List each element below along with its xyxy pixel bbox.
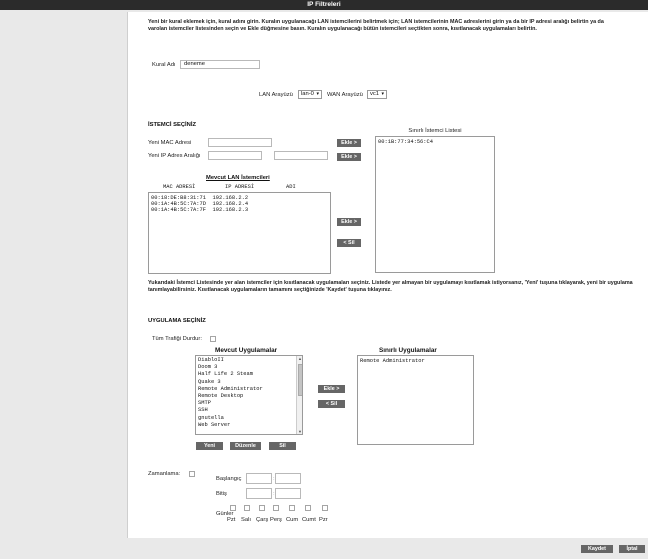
- col-name-header: ADI: [286, 184, 296, 190]
- remove-app-button[interactable]: < Sil: [318, 400, 345, 408]
- lan-interface-label: LAN Arayüzü: [259, 92, 293, 98]
- rule-name-label: Kural Adı: [152, 62, 176, 68]
- current-lan-title: Mevcut LAN İstemcileri: [206, 175, 270, 181]
- day-checkbox-4[interactable]: [289, 505, 295, 511]
- cancel-button[interactable]: İptal: [619, 545, 645, 553]
- day-label: Salı: [241, 517, 251, 523]
- day-checkbox-2[interactable]: [259, 505, 265, 511]
- list-item[interactable]: Doom 3: [198, 364, 263, 371]
- day-label: Cum: [286, 517, 299, 523]
- intro-text: Yeni bir kural eklemek için, kural adını…: [148, 19, 604, 32]
- wan-interface-label: WAN Arayüzü: [327, 92, 363, 98]
- scroll-up-icon[interactable]: ▲: [298, 356, 302, 361]
- day-checkbox-0[interactable]: [230, 505, 236, 511]
- day-checkbox-6[interactable]: [322, 505, 328, 511]
- add-lan-client-button[interactable]: Ekle >: [337, 218, 361, 226]
- list-item[interactable]: gnutella: [198, 415, 263, 422]
- apps-scrollbar[interactable]: ▲ ▼: [296, 356, 302, 434]
- list-item[interactable]: Remote Administrator: [360, 358, 425, 364]
- current-apps-list[interactable]: DiabloII Doom 3 Half Life 2 Steam Quake 3 Re…: [195, 355, 303, 435]
- day-label: Cumt: [302, 517, 316, 523]
- list-item[interactable]: DiabloII: [198, 357, 263, 364]
- day-label: Perş: [270, 517, 282, 523]
- stop-all-traffic-label: Tüm Trafiği Durdur:: [152, 336, 202, 342]
- remove-client-button[interactable]: < Sil: [337, 239, 361, 247]
- delete-app-button[interactable]: Sil: [269, 442, 296, 450]
- col-mac-header: MAC ADRESİ: [163, 184, 196, 190]
- list-item[interactable]: Web Server: [198, 422, 263, 429]
- list-item[interactable]: SMTP: [198, 400, 263, 407]
- restricted-clients-list[interactable]: 00:1B:77:34:56:C4: [375, 136, 495, 273]
- end-hour-input[interactable]: [246, 488, 272, 499]
- chevron-down-icon: ▾: [316, 91, 319, 97]
- client-section-title: İSTEMCİ SEÇİNİZ: [148, 122, 196, 128]
- app-section-title: UYGULAMA SEÇİNİZ: [148, 318, 206, 324]
- day-checkbox-5[interactable]: [305, 505, 311, 511]
- row-ip: 192.168.2.3: [212, 207, 249, 213]
- new-app-button[interactable]: Yeni: [196, 442, 223, 450]
- lan-interface-select[interactable]: lan-0 ▾: [298, 90, 322, 99]
- list-item[interactable]: Quake 3: [198, 379, 263, 386]
- day-checkbox-3[interactable]: [273, 505, 279, 511]
- stop-all-traffic-checkbox[interactable]: [210, 336, 216, 342]
- restricted-clients-title: Sınırlı İstemci Listesi: [408, 128, 462, 134]
- add-mac-button[interactable]: Ekle >: [337, 139, 361, 147]
- list-item[interactable]: Half Life 2 Steam: [198, 371, 263, 378]
- row-mac: 00:1A:4B:5C:7A:7F: [151, 207, 206, 213]
- wan-interface-select[interactable]: vc1 ▾: [367, 90, 387, 99]
- current-apps-title: Mevcut Uygulamalar: [215, 347, 278, 354]
- list-item[interactable]: Remote Administrator: [198, 386, 263, 393]
- end-time-label: Bitiş: [216, 491, 227, 497]
- mac-address-label: Yeni MAC Adresi: [148, 140, 192, 146]
- edit-app-button[interactable]: Düzenle: [230, 442, 261, 450]
- list-item[interactable]: 00:1B:77:34:56:C4: [378, 139, 433, 145]
- mac-address-input[interactable]: [208, 138, 272, 147]
- schedule-label: Zamanlama:: [148, 471, 181, 477]
- chevron-down-icon: ▾: [381, 91, 384, 97]
- window-title: IP Filtreleri: [0, 0, 648, 10]
- start-hour-input[interactable]: [246, 473, 272, 484]
- list-item[interactable]: SSH: [198, 407, 263, 414]
- rule-name-input[interactable]: deneme: [180, 60, 260, 69]
- ip-range-start-input[interactable]: [208, 151, 262, 160]
- col-ip-header: IP ADRESİ: [225, 184, 255, 190]
- ip-range-label: Yeni IP Adres Aralığı: [148, 153, 201, 159]
- day-label: Çarş: [256, 517, 269, 523]
- day-checkbox-1[interactable]: [244, 505, 250, 511]
- footer-bar: Kaydet İptal: [0, 540, 648, 559]
- lan-interface-value: lan-0: [301, 91, 314, 97]
- scrollbar-thumb[interactable]: [298, 364, 302, 396]
- ip-range-end-input[interactable]: [274, 151, 328, 160]
- add-ip-range-button[interactable]: Ekle >: [337, 153, 361, 161]
- start-time-label: Başlangıç: [216, 476, 242, 482]
- day-label: Pzt: [227, 517, 236, 523]
- scroll-down-icon[interactable]: ▼: [298, 429, 302, 434]
- save-button[interactable]: Kaydet: [581, 545, 613, 553]
- table-row[interactable]: 00:1A:4B:5C:7A:7F 192.168.2.3: [151, 207, 248, 213]
- list-item[interactable]: Remote Desktop: [198, 393, 263, 400]
- schedule-checkbox[interactable]: [189, 471, 195, 477]
- current-lan-list[interactable]: 00:18:DE:B8:31:71 192.168.2.2 00:1A:4B:5…: [148, 192, 331, 274]
- start-minute-input[interactable]: [275, 473, 301, 484]
- restricted-apps-title: Sınırlı Uygulamalar: [379, 347, 437, 354]
- day-label: Pzr: [319, 517, 328, 523]
- wan-interface-value: vc1: [370, 91, 380, 97]
- end-minute-input[interactable]: [275, 488, 301, 499]
- app-intro-text: Yukarıdaki İstemci Listesinde yer alan i…: [148, 280, 633, 293]
- restricted-apps-list[interactable]: Remote Administrator: [357, 355, 474, 445]
- content-panel: Yeni bir kural eklemek için, kural adını…: [127, 12, 648, 538]
- add-app-button[interactable]: Ekle >: [318, 385, 345, 393]
